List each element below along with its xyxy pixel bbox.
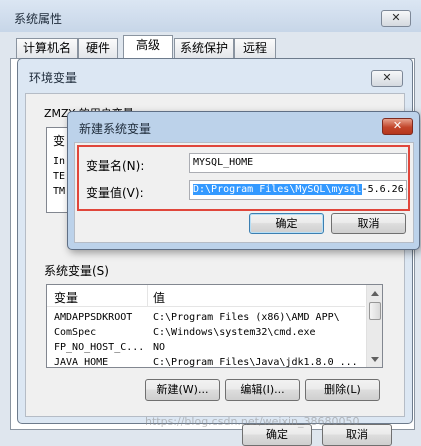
column-header-variable[interactable]: 变量 <box>54 289 78 306</box>
table-row-value[interactable]: C:\Program Files\Java\jdk1.8.0_... <box>153 355 365 367</box>
new-system-variable-close-button[interactable]: ✕ <box>382 118 413 135</box>
table-row-value[interactable]: C:\Windows\system32\cmd.exe <box>153 325 365 340</box>
variable-value-rest-text: -5.6.26- <box>361 184 407 195</box>
table-row-name[interactable]: ComSpec <box>54 325 149 340</box>
ok-label: 确定 <box>266 428 288 441</box>
system-variables-list[interactable]: 变量 值 AMDAPPSDKROOT C:\Program Files (x86… <box>46 284 383 368</box>
system-list-header <box>47 285 365 307</box>
table-row-name[interactable]: JAVA_HOME <box>54 355 149 367</box>
system-list-scrollbar[interactable] <box>366 285 382 367</box>
table-row-name[interactable]: FP_NO_HOST_C... <box>54 340 149 355</box>
variable-name-field[interactable]: MYSQL_HOME <box>189 153 407 173</box>
watermark-text: https://blog.csdn.net/weixin_38680050 <box>145 415 360 428</box>
close-icon: ✕ <box>391 11 401 24</box>
variable-value-field[interactable]: D:\Program Files\MySQL\mysql-5.6.26- <box>189 180 407 200</box>
edit-button[interactable]: 编辑(I)... <box>225 379 300 401</box>
close-icon: ✕ <box>392 119 403 132</box>
system-properties-titlebar <box>0 0 421 32</box>
new-label: 新建(W)... <box>156 383 209 396</box>
tab-remote[interactable]: 远程 <box>234 38 276 58</box>
table-row-name[interactable]: AMDAPPSDKROOT <box>54 310 149 325</box>
new-button[interactable]: 新建(W)... <box>145 379 220 401</box>
environment-variables-title: 环境变量 <box>29 71 78 85</box>
new-variable-ok-button[interactable]: 确定 <box>249 213 324 234</box>
variable-name-label: 变量名(N): <box>86 159 145 173</box>
scrollbar-thumb[interactable] <box>369 302 381 320</box>
delete-label: 删除(L) <box>324 383 361 396</box>
user-row[interactable]: TM <box>53 184 65 199</box>
delete-button[interactable]: 删除(L) <box>305 379 380 401</box>
variable-value-label: 变量值(V): <box>86 186 144 200</box>
tab-hardware[interactable]: 硬件 <box>78 38 118 58</box>
user-row[interactable]: TE <box>53 169 65 184</box>
new-system-variable-title: 新建系统变量 <box>79 122 152 136</box>
tab-system-protection[interactable]: 系统保护 <box>174 38 234 58</box>
close-icon: ✕ <box>382 71 392 84</box>
new-system-variable-dialog: 新建系统变量 ✕ 变量名(N): MYSQL_HOME 变量值(V): D:\P… <box>67 111 420 250</box>
new-variable-cancel-button[interactable]: 取消 <box>331 213 406 234</box>
tab-advanced[interactable]: 高级 <box>123 35 173 59</box>
user-col-variable[interactable]: 变 <box>53 132 65 149</box>
variable-value-selected-text: D:\Program Files\MySQL\mysql <box>193 184 362 195</box>
column-divider <box>147 285 148 307</box>
environment-variables-close-button[interactable]: ✕ <box>371 70 403 87</box>
system-variables-label: 系统变量(S) <box>44 264 109 278</box>
system-properties-close-button[interactable]: ✕ <box>381 10 411 27</box>
scroll-up-arrow-icon[interactable] <box>371 291 379 296</box>
scroll-down-arrow-icon[interactable] <box>371 357 379 362</box>
ok-label: 确定 <box>275 217 298 230</box>
system-properties-title: 系统属性 <box>14 12 63 26</box>
cancel-label: 取消 <box>346 428 368 441</box>
table-row-value[interactable]: C:\Program Files (x86)\AMD APP\ <box>153 310 365 325</box>
tab-computer-name-front: 计算机名 <box>16 38 78 58</box>
user-row[interactable]: In <box>53 154 65 169</box>
cancel-label: 取消 <box>357 217 380 230</box>
table-row-value[interactable]: NO <box>153 340 365 355</box>
variable-name-value: MYSQL_HOME <box>193 157 254 168</box>
column-header-value[interactable]: 值 <box>153 289 165 306</box>
edit-label: 编辑(I)... <box>240 383 285 396</box>
